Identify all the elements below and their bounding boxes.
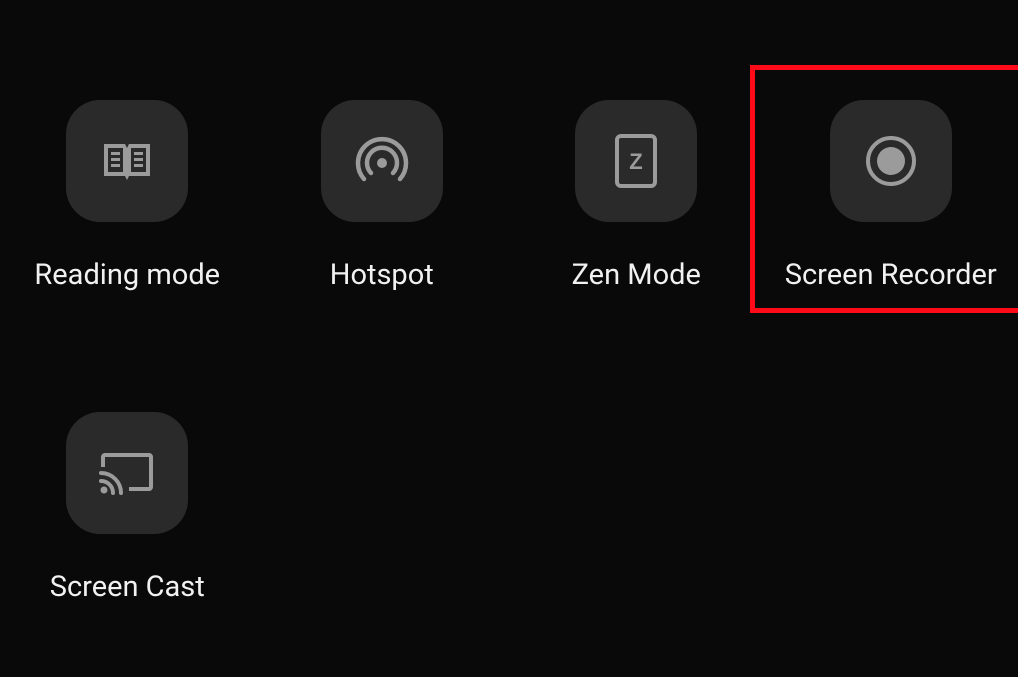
tile-hotspot: Hotspot — [255, 100, 510, 292]
tile-screen-cast-button[interactable] — [66, 412, 188, 534]
screen-cast-icon — [99, 449, 155, 497]
tile-reading-mode-button[interactable] — [66, 100, 188, 222]
tile-screen-cast: Screen Cast — [0, 412, 255, 604]
tile-label: Reading mode — [34, 258, 220, 292]
zen-mode-icon: Z — [614, 133, 658, 189]
tile-label: Screen Recorder — [785, 258, 997, 292]
tile-zen-mode: Z Zen Mode — [509, 100, 764, 292]
tile-label: Zen Mode — [572, 258, 701, 292]
tile-screen-recorder-button[interactable] — [830, 100, 952, 222]
tile-zen-mode-button[interactable]: Z — [575, 100, 697, 222]
tile-label: Screen Cast — [50, 570, 205, 604]
hotspot-icon — [354, 133, 410, 189]
tile-screen-recorder: Screen Recorder — [764, 100, 1018, 292]
reading-mode-icon — [102, 136, 152, 186]
screen-recorder-icon — [863, 133, 919, 189]
svg-text:Z: Z — [630, 149, 643, 174]
quick-settings-panel: Reading mode Hotspot Z — [0, 0, 1018, 604]
tile-reading-mode: Reading mode — [0, 100, 255, 292]
tile-hotspot-button[interactable] — [321, 100, 443, 222]
tile-label: Hotspot — [330, 258, 434, 292]
